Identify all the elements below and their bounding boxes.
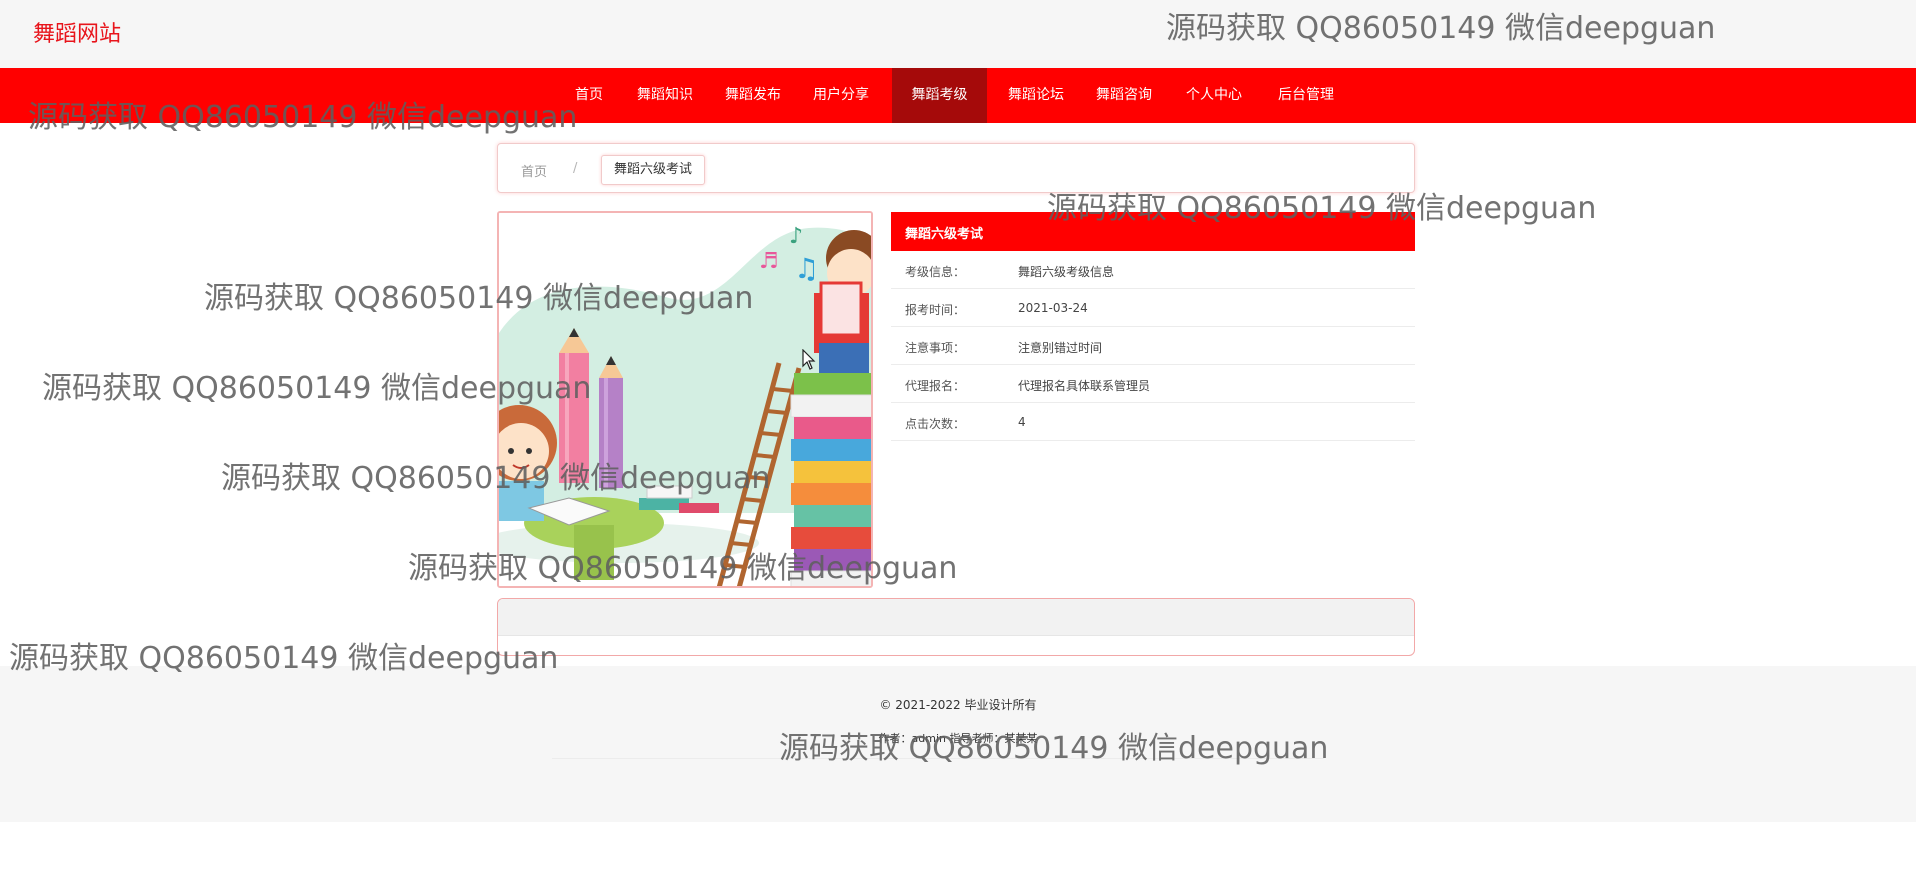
- svg-text:♬: ♬: [759, 249, 779, 274]
- exam-illustration: ♪ ♬ ♫: [497, 211, 873, 588]
- breadcrumb-separator: /: [573, 161, 578, 176]
- row-label: 注意事项：: [905, 341, 966, 355]
- empty-content-panel: [497, 598, 1415, 656]
- nav-item-admin[interactable]: 后台管理: [1270, 68, 1342, 123]
- nav-item-personal-center[interactable]: 个人中心: [1178, 68, 1250, 123]
- detail-row-notes: 注意事项： 注意别错过时间: [891, 327, 1415, 365]
- nav-item-home[interactable]: 首页: [566, 68, 612, 123]
- breadcrumb-current[interactable]: 舞蹈六级考试: [601, 155, 706, 185]
- row-value: 注意别错过时间: [1018, 341, 1103, 355]
- nav-item-dance-publish[interactable]: 舞蹈发布: [717, 68, 789, 123]
- site-logo[interactable]: 舞蹈网站: [33, 16, 121, 48]
- nav-item-dance-forum[interactable]: 舞蹈论坛: [1000, 68, 1072, 123]
- row-label: 报考时间：: [905, 303, 966, 317]
- row-label: 点击次数：: [905, 417, 966, 431]
- footer-copyright: © 2021-2022 毕业设计所有: [879, 698, 1037, 712]
- mouse-cursor-icon: [802, 348, 816, 375]
- nav-item-dance-consult[interactable]: 舞蹈咨询: [1088, 68, 1160, 123]
- detail-header: 舞蹈六级考试: [891, 212, 1415, 251]
- detail-row-registration-date: 报考时间： 2021-03-24: [891, 289, 1415, 327]
- empty-panel-header: [498, 599, 1414, 636]
- row-value: 4: [1018, 415, 1026, 429]
- detail-title: 舞蹈六级考试: [905, 227, 984, 242]
- nav-item-dance-grading[interactable]: 舞蹈考级: [892, 68, 987, 123]
- row-label: 考级信息：: [905, 265, 966, 279]
- nav-item-user-share[interactable]: 用户分享: [805, 68, 877, 123]
- detail-row-click-count: 点击次数： 4: [891, 403, 1415, 441]
- detail-row-proxy-registration: 代理报名： 代理报名具体联系管理员: [891, 365, 1415, 403]
- footer-divider: [552, 758, 1324, 759]
- breadcrumb: 首页 / 舞蹈六级考试: [497, 143, 1415, 193]
- row-label: 代理报名：: [905, 379, 966, 393]
- main-nav: 首页 舞蹈知识 舞蹈发布 用户分享 舞蹈考级 舞蹈论坛 舞蹈咨询 个人中心 后台…: [0, 68, 1916, 123]
- footer-contact: 作者：admin 指导老师：某某某: [878, 732, 1038, 745]
- svg-text:♪: ♪: [789, 224, 803, 249]
- row-value: 2021-03-24: [1018, 301, 1088, 315]
- top-bar: 舞蹈网站: [0, 0, 1916, 68]
- row-value: 舞蹈六级考级信息: [1018, 265, 1115, 279]
- svg-text:♫: ♫: [794, 252, 819, 285]
- footer: © 2021-2022 毕业设计所有 作者：admin 指导老师：某某某: [0, 666, 1916, 822]
- detail-row-grading-info: 考级信息： 舞蹈六级考级信息: [891, 251, 1415, 289]
- breadcrumb-home-link[interactable]: 首页: [521, 161, 547, 180]
- row-value: 代理报名具体联系管理员: [1018, 379, 1151, 393]
- nav-item-dance-knowledge[interactable]: 舞蹈知识: [629, 68, 701, 123]
